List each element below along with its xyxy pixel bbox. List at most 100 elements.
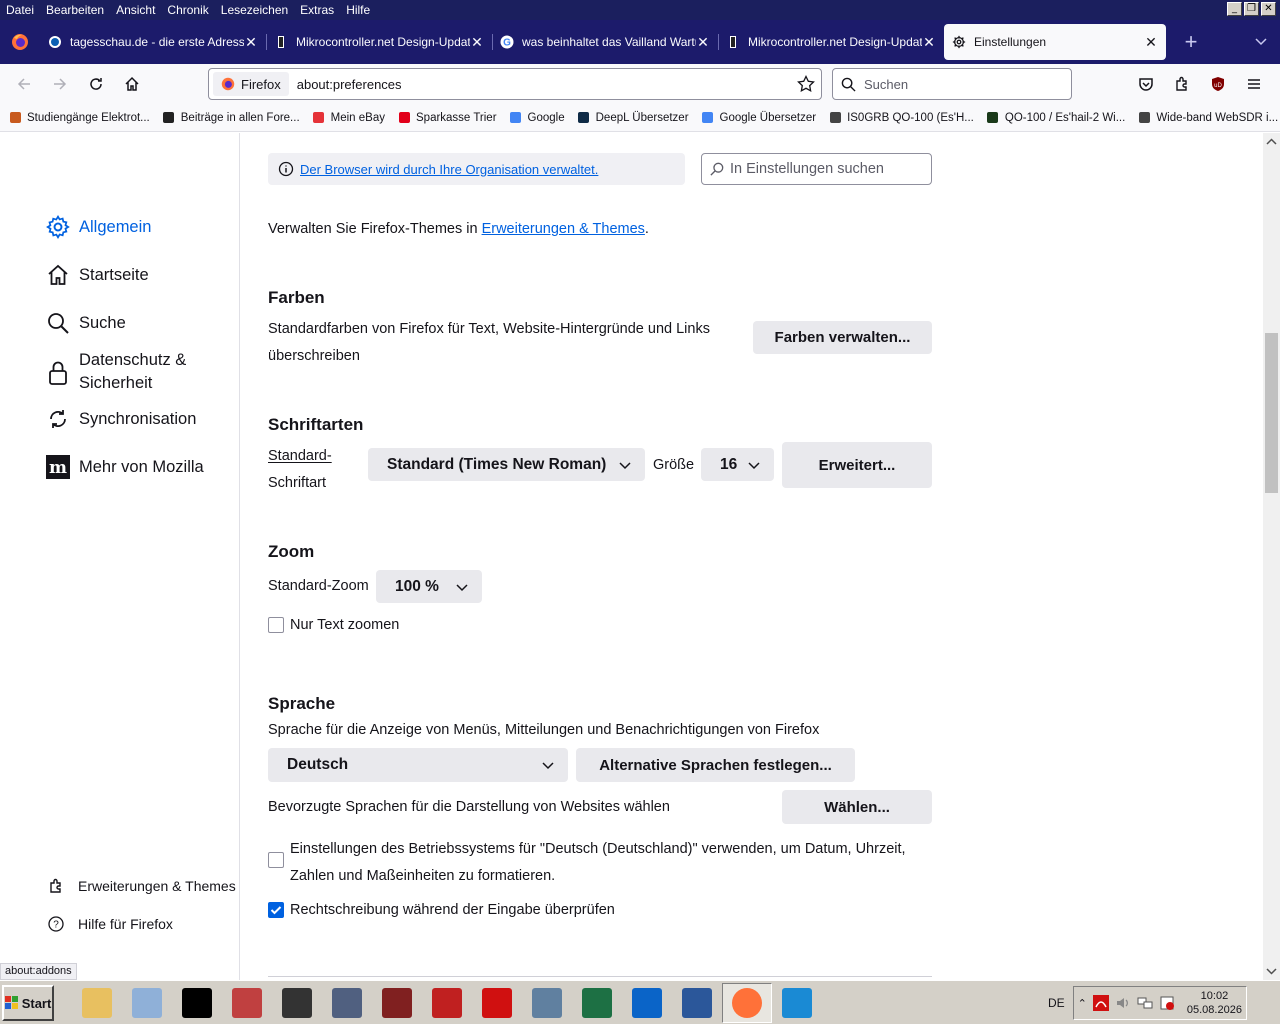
- bookmark-item[interactable]: Wide-band WebSDR i...: [1137, 111, 1278, 125]
- clock[interactable]: 10:02 05.08.2026: [1187, 989, 1242, 1017]
- scrollbar-thumb[interactable]: [1265, 333, 1278, 493]
- star-icon[interactable]: [797, 75, 815, 93]
- back-button[interactable]: [6, 68, 42, 100]
- word-taskbar-button[interactable]: [672, 983, 722, 1023]
- addons-link[interactable]: Erweiterungen & Themes: [46, 878, 236, 894]
- scroll-up-icon[interactable]: [1263, 135, 1280, 149]
- choose-languages-button[interactable]: Wählen...: [782, 790, 932, 824]
- bookmark-item[interactable]: QO-100 / Es'hail-2 Wi...: [986, 111, 1125, 125]
- acrobat-taskbar-button[interactable]: [472, 983, 522, 1023]
- bookmark-item[interactable]: IS0GRB QO-100 (Es'H...: [828, 111, 974, 125]
- menu-extras[interactable]: Extras: [294, 0, 340, 20]
- language-select[interactable]: Deutsch: [268, 748, 568, 782]
- extensions-button[interactable]: [1164, 68, 1200, 100]
- outlook-taskbar-button[interactable]: [622, 983, 672, 1023]
- acrobat-tray-icon[interactable]: [1092, 995, 1109, 1011]
- bookmark-label: Studiengänge Elektrot...: [27, 111, 150, 124]
- close-window-icon[interactable]: ✕: [1261, 2, 1276, 16]
- category-startseite[interactable]: Startseite: [44, 261, 149, 289]
- close-tab-icon[interactable]: ✕: [922, 34, 936, 51]
- network-icon[interactable]: [1137, 995, 1153, 1011]
- bookmark-item[interactable]: Studiengänge Elektrot...: [8, 111, 150, 125]
- bookmark-item[interactable]: Google Übersetzer: [701, 111, 816, 125]
- tab-tagesschau[interactable]: tagesschau.de - die erste Adresse ✕: [40, 24, 267, 60]
- category-synchronisation[interactable]: Synchronisation: [44, 405, 196, 433]
- manage-colors-button[interactable]: Farben verwalten...: [753, 321, 932, 354]
- policy-link[interactable]: Der Browser wird durch Ihre Organisation…: [300, 162, 598, 177]
- vertical-scrollbar[interactable]: [1263, 133, 1280, 980]
- 7zip-taskbar-button[interactable]: [272, 983, 322, 1023]
- firefox-view-button[interactable]: [0, 20, 40, 64]
- close-tab-icon[interactable]: ✕: [470, 34, 484, 51]
- category-suche[interactable]: Suche: [44, 309, 126, 337]
- snipping-taskbar-button[interactable]: [222, 983, 272, 1023]
- notepad-taskbar-button[interactable]: [122, 983, 172, 1023]
- text-only-zoom-checkbox[interactable]: [268, 617, 284, 633]
- language-indicator[interactable]: DE: [1048, 996, 1065, 1010]
- search-icon: [841, 77, 856, 92]
- restore-icon[interactable]: ❐: [1244, 2, 1259, 16]
- calculator-taskbar-button[interactable]: [522, 983, 572, 1023]
- close-tab-icon[interactable]: ✕: [696, 34, 710, 51]
- search-input[interactable]: Suchen: [832, 68, 1072, 100]
- kicad-taskbar-button[interactable]: [372, 983, 422, 1023]
- identity-box[interactable]: Firefox: [213, 72, 289, 96]
- bookmark-item[interactable]: Google: [509, 111, 565, 125]
- chevron-down-icon[interactable]: [1254, 34, 1268, 48]
- home-button[interactable]: [114, 68, 150, 100]
- start-button[interactable]: Start: [2, 985, 54, 1021]
- category-allgemein[interactable]: Allgemein: [44, 213, 151, 241]
- close-tab-icon[interactable]: ✕: [1144, 34, 1158, 51]
- menu-button[interactable]: [1236, 68, 1272, 100]
- menu-ansicht[interactable]: Ansicht: [110, 0, 161, 20]
- bookmark-item[interactable]: Beiträge in allen Fore...: [162, 111, 300, 125]
- url-bar[interactable]: Firefox about:preferences: [208, 68, 822, 100]
- reload-button[interactable]: [78, 68, 114, 100]
- themes-link[interactable]: Erweiterungen & Themes: [482, 221, 645, 237]
- tab-google-search[interactable]: G was beinhaltet das Vailland Wartun ✕: [492, 24, 719, 60]
- menu-datei[interactable]: Datei: [0, 0, 40, 20]
- minimize-icon[interactable]: _: [1227, 2, 1242, 16]
- volume-icon[interactable]: [1115, 995, 1131, 1011]
- menu-lesezeichen[interactable]: Lesezeichen: [215, 0, 294, 20]
- default-zoom-select[interactable]: 100 %: [376, 570, 482, 603]
- bookmark-item[interactable]: Sparkasse Trier: [397, 111, 497, 125]
- excel-taskbar-button[interactable]: [572, 983, 622, 1023]
- tab-mikrocontroller-2[interactable]: Mikrocontroller.net Design-Update ✕: [718, 24, 944, 60]
- os-locale-checkbox[interactable]: [268, 852, 284, 868]
- font-size-select[interactable]: 16: [701, 448, 774, 481]
- alternative-languages-button[interactable]: Alternative Sprachen festlegen...: [576, 748, 855, 782]
- fonts-advanced-button[interactable]: Erweitert...: [782, 442, 932, 488]
- pocket-button[interactable]: [1128, 68, 1164, 100]
- bookmark-item[interactable]: DeepL Übersetzer: [577, 111, 689, 125]
- security-tray-icon[interactable]: [1159, 995, 1175, 1011]
- chevron-up-icon[interactable]: ⌃: [1078, 997, 1087, 1010]
- tab-mikrocontroller-1[interactable]: Mikrocontroller.net Design-Update ✕: [266, 24, 493, 60]
- calc-tool-taskbar-button[interactable]: [322, 983, 372, 1023]
- menu-bearbeiten[interactable]: Bearbeiten: [40, 0, 110, 20]
- eagle-taskbar-button[interactable]: [422, 983, 472, 1023]
- url-text[interactable]: about:preferences: [297, 77, 402, 92]
- forward-button[interactable]: [42, 68, 78, 100]
- category-mozilla[interactable]: m Mehr von Mozilla: [44, 453, 204, 481]
- os-locale-label[interactable]: Einstellungen des Betriebssystems für "D…: [290, 836, 906, 890]
- tab-einstellungen[interactable]: Einstellungen ✕: [944, 24, 1166, 60]
- settings-search-input[interactable]: In Einstellungen suchen: [701, 153, 932, 185]
- spellcheck-label[interactable]: Rechtschreibung während der Eingabe über…: [290, 902, 615, 918]
- bookmark-item[interactable]: Mein eBay: [312, 111, 385, 125]
- text-only-zoom-label[interactable]: Nur Text zoomen: [290, 617, 399, 633]
- spellcheck-checkbox[interactable]: [268, 902, 284, 918]
- ublock-button[interactable]: uD: [1200, 68, 1236, 100]
- menu-chronik[interactable]: Chronik: [161, 0, 214, 20]
- explorer-taskbar-button[interactable]: [72, 983, 122, 1023]
- menu-hilfe[interactable]: Hilfe: [340, 0, 376, 20]
- teamviewer-taskbar-button[interactable]: [772, 983, 822, 1023]
- default-font-select[interactable]: Standard (Times New Roman): [368, 448, 645, 481]
- firefox-taskbar-button[interactable]: [722, 983, 772, 1023]
- category-datenschutz[interactable]: Datenschutz & Sicherheit: [44, 349, 186, 395]
- scroll-down-icon[interactable]: [1263, 964, 1280, 978]
- help-link[interactable]: ? Hilfe für Firefox: [46, 916, 173, 932]
- new-tab-icon[interactable]: +: [1174, 29, 1208, 55]
- close-tab-icon[interactable]: ✕: [244, 34, 258, 51]
- cmd-taskbar-button[interactable]: [172, 983, 222, 1023]
